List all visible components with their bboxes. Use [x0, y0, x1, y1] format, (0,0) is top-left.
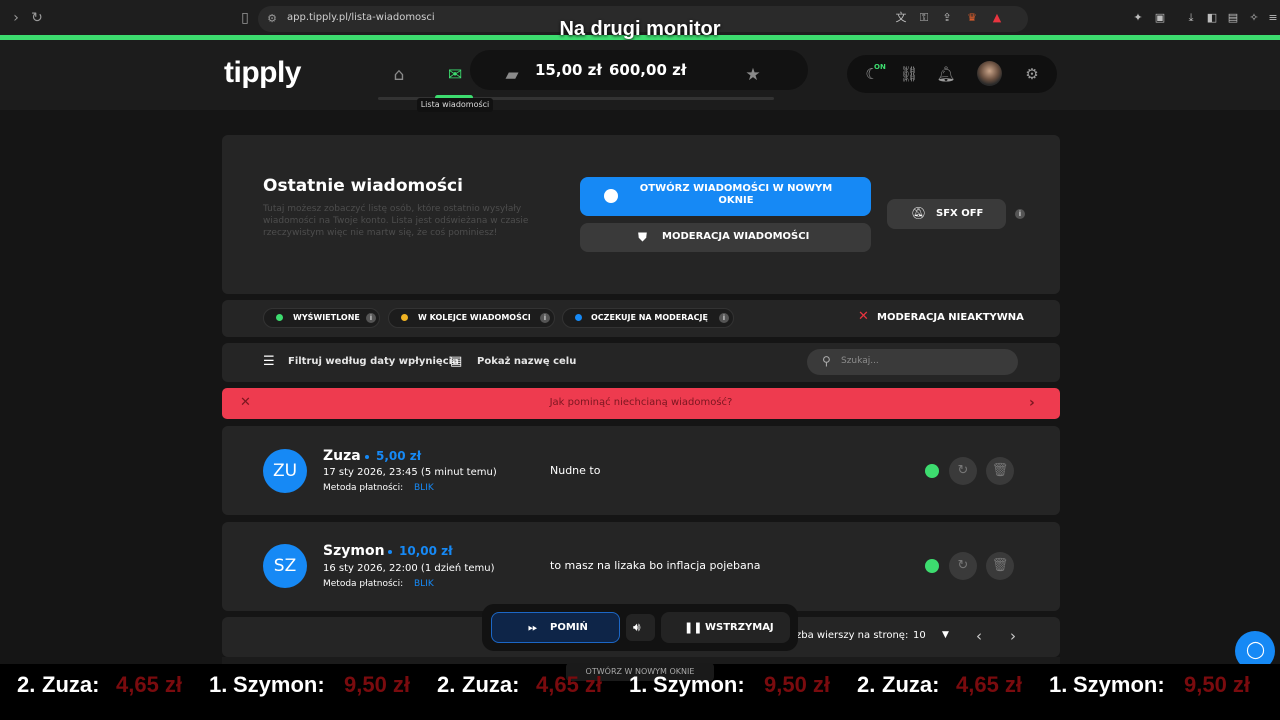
ticker-name: Szymon:: [653, 672, 745, 697]
ticker-amount: 4,65 zł: [536, 672, 603, 697]
queued-label: W KOLEJCE WIADOMOŚCI: [418, 313, 531, 322]
ticker-amount: 9,50 zł: [764, 672, 831, 697]
status-displayed-dot: [925, 464, 939, 478]
skip-button-label[interactable]: POMIŃ: [550, 622, 588, 633]
queued-info-icon[interactable]: i: [540, 313, 550, 323]
payment-method: BLIK: [414, 579, 434, 589]
ticker-rank: 1.: [209, 672, 228, 697]
skip-icon: ⏩︎: [528, 620, 538, 634]
sender-avatar: ZU: [263, 449, 307, 493]
amount-dot: [388, 550, 392, 554]
status-displayed-dot: [925, 559, 939, 573]
user-avatar[interactable]: [977, 61, 1002, 86]
nav-tooltip: Lista wiadomości: [417, 98, 493, 112]
awaiting-label: OCZEKUJE NA MODERACJĘ: [591, 313, 708, 322]
home-icon[interactable]: ⌂: [389, 65, 409, 85]
chevron-right-icon[interactable]: ›: [1029, 395, 1035, 411]
show-goal-name-button[interactable]: Pokaż nazwę celu: [477, 356, 576, 367]
balance-amount-2: 600,00 zł: [609, 61, 687, 79]
chevron-down-icon[interactable]: ▼: [942, 630, 949, 640]
balance-amount-1: 15,00 zł: [535, 61, 602, 79]
trash-icon[interactable]: 🗑︎: [986, 552, 1014, 580]
donation-amount: 10,00 zł: [399, 544, 453, 558]
replay-icon[interactable]: ↻: [949, 457, 977, 485]
sender-avatar: SZ: [263, 544, 307, 588]
ticker-amount: 9,50 zł: [344, 672, 411, 697]
ticker-name: Zuza:: [462, 672, 520, 697]
volume-icon: 🔊︎: [633, 620, 641, 634]
help-banner-text[interactable]: Jak pominąć niechcianą wiadomość?: [222, 397, 1060, 408]
sfx-info-icon[interactable]: i: [1015, 209, 1025, 219]
message-text: to masz na lizaka bo inflacja pojebana: [550, 559, 761, 572]
search-input[interactable]: [807, 349, 1018, 375]
donation-amount: 5,00 zł: [376, 449, 422, 463]
sender-name: Zuza: [323, 448, 361, 464]
link-icon[interactable]: ⛓: [899, 64, 919, 84]
bell-icon[interactable]: 🔔︎: [936, 64, 956, 84]
goal-toggle-icon: ▤: [450, 354, 463, 369]
open-messages-window-label[interactable]: OTWÓRZ WIADOMOŚCI W NOWYM OKNIE: [630, 183, 842, 207]
replay-icon[interactable]: ↻: [949, 552, 977, 580]
pause-button-label[interactable]: WSTRZYMAJ: [705, 622, 774, 633]
ticker-rank: 1.: [1049, 672, 1068, 697]
tipply-logo[interactable]: tipply: [224, 56, 302, 90]
awaiting-info-icon[interactable]: i: [719, 313, 729, 323]
awaiting-dot: [575, 314, 582, 321]
queued-dot: [401, 314, 408, 321]
chat-icon: ◯: [1246, 640, 1266, 660]
ticker-name: Zuza:: [882, 672, 940, 697]
moderation-status: MODERACJA NIEAKTYWNA: [877, 312, 1024, 323]
wallet-nav-icon[interactable]: ▰: [502, 65, 522, 85]
bell-off-icon: 🔕︎: [911, 206, 927, 220]
ticker-amount: 4,65 zł: [116, 672, 183, 697]
trash-icon[interactable]: 🗑︎: [986, 457, 1014, 485]
ticker-rank: 2.: [17, 672, 36, 697]
shield-icon: ⛊: [638, 230, 648, 244]
page-description: Tutaj możesz zobaczyć listę osób, które …: [263, 204, 529, 238]
ticker-amount: 4,65 zł: [956, 672, 1023, 697]
sender-name: Szymon: [323, 543, 385, 559]
filter-icon: ☰: [263, 354, 275, 369]
payment-method-label: Metoda płatności:: [323, 579, 404, 589]
pause-icon: ❚❚: [684, 621, 703, 634]
next-page-icon[interactable]: ›: [1010, 627, 1016, 645]
rows-per-page-label: zba wierszy na stronę:: [796, 630, 909, 641]
search-icon: ⚲: [822, 354, 831, 368]
displayed-label: WYŚWIETLONE: [293, 313, 360, 322]
message-date: 16 sty 2026, 22:00 (1 dzień temu): [323, 563, 495, 574]
moderation-button-label[interactable]: MODERACJA WIADOMOŚCI: [662, 231, 809, 242]
dark-mode-on-badge: ON: [874, 63, 886, 71]
ticker-amount: 9,50 zł: [1184, 672, 1251, 697]
message-text: Nudne to: [550, 464, 601, 477]
close-icon: ✕: [858, 309, 869, 324]
message-date: 17 sty 2026, 23:45 (5 minut temu): [323, 467, 497, 478]
sfx-toggle-label[interactable]: SFX OFF: [936, 208, 983, 219]
ticker-name: Szymon:: [1073, 672, 1165, 697]
page-title: Ostatnie wiadomości: [263, 176, 463, 196]
ticker-rank: 2.: [857, 672, 876, 697]
displayed-dot: [276, 314, 283, 321]
ticker-name: Szymon:: [233, 672, 325, 697]
ticker-rank: 1.: [629, 672, 648, 697]
rows-per-page-select[interactable]: 10: [913, 630, 926, 641]
payment-method-label: Metoda płatności:: [323, 483, 404, 493]
payment-method: BLIK: [414, 483, 434, 493]
ticker-name: Zuza:: [42, 672, 100, 697]
settings-gear-icon[interactable]: ⚙: [1022, 64, 1042, 84]
amount-dot: [365, 455, 369, 459]
displayed-info-icon[interactable]: i: [366, 313, 376, 323]
search-placeholder[interactable]: Szukaj...: [841, 356, 879, 366]
messages-icon[interactable]: ✉: [445, 65, 465, 85]
prev-page-icon[interactable]: ‹: [976, 627, 982, 645]
overlay-title: Na drugi monitor: [559, 18, 721, 40]
ticker-rank: 2.: [437, 672, 456, 697]
filter-by-date-button[interactable]: Filtruj według daty wpłynięcia: [288, 356, 459, 367]
chat-bubble-icon: [604, 189, 618, 203]
star-icon[interactable]: ★: [743, 65, 763, 85]
